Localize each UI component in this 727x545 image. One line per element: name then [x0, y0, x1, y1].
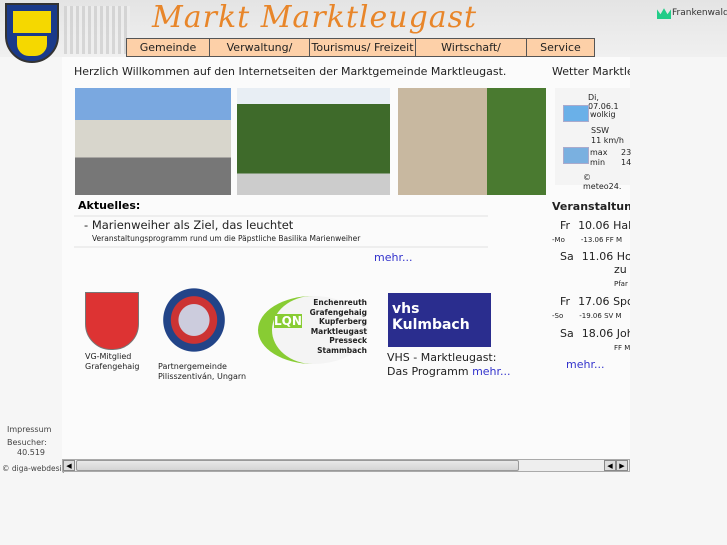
- events-heading: Veranstaltungen: [552, 200, 630, 213]
- photo-rathaus[interactable]: [237, 88, 390, 195]
- event-date: 11.06: [581, 250, 614, 263]
- news-title[interactable]: Marienweiher als Ziel, das leuchtet: [92, 218, 293, 232]
- thermometer-icon: [563, 147, 589, 164]
- vhs-program: Das Programm: [387, 365, 469, 378]
- vg-caption: VG-Mitglied Grafengehaig: [85, 352, 140, 371]
- frankenwald-link[interactable]: Frankenwald: [657, 7, 727, 19]
- town: Stammbach: [317, 345, 367, 355]
- weather-date: Di, 07.06.1: [588, 93, 619, 111]
- event-org: SV M: [604, 312, 622, 320]
- weather-widget[interactable]: Di, 07.06.1 wolkig SSW 11 km/h max 23 mi…: [555, 88, 632, 191]
- scrollbar-thumb[interactable]: [76, 460, 519, 471]
- event-item[interactable]: Sa 18.06 Joh FF M: [552, 327, 630, 353]
- events-more-link[interactable]: mehr...: [566, 358, 604, 371]
- scroll-left-icon[interactable]: ◀: [604, 460, 616, 471]
- frankenwald-crown-icon: [657, 8, 671, 19]
- news-subtitle: Veranstaltungsprogramm rund um die Päpst…: [92, 234, 361, 243]
- event-end-date: -19.06: [579, 312, 602, 320]
- event-title: Joh: [616, 327, 630, 340]
- town: Enchenreuth: [313, 298, 367, 307]
- lqn-towns: Enchenreuth Grafengehaig Kupferberg Marktle…: [305, 298, 367, 355]
- webdesign-credit[interactable]: © diga-webdesign: [2, 464, 64, 473]
- event-title: Spo: [613, 295, 630, 308]
- photo-town-square[interactable]: [75, 88, 231, 195]
- event-item[interactable]: Fr 10.06 Hal -Mo -13.06 FF M: [552, 219, 630, 245]
- event-day: Sa: [560, 250, 574, 263]
- event-date: 10.06: [578, 219, 610, 232]
- pilis-caption: Partnergemeinde Pilisszentiván, Ungarn: [158, 362, 247, 381]
- town: Presseck: [329, 336, 367, 345]
- pilisszentivan-crest[interactable]: [158, 283, 230, 357]
- cloudy-sun-icon: [563, 105, 589, 122]
- news-heading: Aktuelles:: [78, 199, 141, 212]
- visitors-label: Besucher:: [7, 438, 47, 447]
- town: Grafengehaig: [309, 307, 367, 317]
- main-nav: Gemeinde Verwaltung/ Politik Tourismus/ …: [126, 38, 595, 71]
- vhs-text: VHS - Marktleugast:: [387, 351, 497, 364]
- grafengehaig-crest[interactable]: [85, 292, 139, 350]
- divider: [74, 215, 488, 217]
- frankenwald-label: Frankenwald: [672, 8, 727, 18]
- max-label: max: [590, 148, 608, 157]
- event-day: Sa: [560, 327, 574, 340]
- event-day: Fr: [560, 295, 571, 308]
- event-item[interactable]: Sa 11.06 Hoczu F Pfar: [552, 250, 630, 289]
- nav-gemeinde[interactable]: Gemeinde: [127, 39, 210, 56]
- news-more-link[interactable]: mehr...: [374, 251, 412, 264]
- event-title: Hal: [613, 219, 630, 232]
- vhs-kulmbach-logo[interactable]: vhs Kulmbach: [388, 293, 491, 347]
- event-end-day: -So: [552, 312, 564, 320]
- event-day: Fr: [560, 219, 571, 232]
- nav-verwaltung[interactable]: Verwaltung/ Politik: [210, 39, 310, 71]
- town: Marktleugast: [310, 326, 367, 336]
- weather-title: Wetter Marktleugast: [552, 65, 630, 78]
- nav-wirtschaft[interactable]: Wirtschaft/ Gewerbe: [416, 39, 527, 71]
- event-date: 17.06: [578, 295, 610, 308]
- scroll-left-icon[interactable]: ◀: [63, 460, 75, 471]
- site-title[interactable]: Markt Marktleugast: [152, 0, 477, 35]
- lqn-text: LQN: [274, 314, 302, 328]
- wind-speed: 11 km/h: [591, 136, 624, 145]
- min-temp: 14: [621, 158, 632, 167]
- event-org: FF M: [605, 236, 622, 244]
- vhs-more-link[interactable]: mehr...: [472, 365, 510, 378]
- town: Kupferberg: [319, 317, 367, 326]
- photo-basilica[interactable]: [398, 88, 546, 195]
- impressum-link[interactable]: Impressum: [7, 425, 51, 434]
- event-org: FF M: [614, 344, 630, 352]
- nav-service[interactable]: Service: [527, 39, 594, 56]
- news-item[interactable]: - Marienweiher als Ziel, das leuchtet Ver…: [84, 218, 360, 243]
- event-date: 18.06: [581, 327, 614, 340]
- weather-credit[interactable]: © meteo24.: [583, 173, 630, 191]
- event-end-day: -Mo: [552, 236, 565, 244]
- coat-of-arms-logo[interactable]: [5, 3, 59, 63]
- event-item[interactable]: Fr 17.06 Spo -So -19.06 SV M: [552, 295, 630, 321]
- event-title-cont: zu F: [614, 263, 630, 276]
- event-org: Pfar: [614, 280, 628, 288]
- welcome-text: Herzlich Willkommen auf den Internetseit…: [74, 65, 507, 78]
- max-temp: 23: [621, 148, 632, 157]
- nav-tourismus[interactable]: Tourismus/ Freizeit: [310, 39, 416, 56]
- visitors-count: 40.519: [17, 448, 45, 457]
- vhs-caption: VHS - Marktleugast: Das Programm mehr...: [387, 351, 511, 379]
- scroll-right-icon[interactable]: ▶: [616, 460, 628, 471]
- event-title: Hoc: [616, 250, 630, 263]
- wind-direction: SSW: [591, 126, 610, 135]
- town-hall-drawing: [64, 6, 130, 54]
- min-label: min: [590, 158, 606, 167]
- weather-condition: wolkig: [590, 110, 616, 119]
- event-end-date: -13.06: [580, 236, 604, 244]
- horizontal-scrollbar[interactable]: ◀ ◀ ▶: [62, 459, 630, 472]
- divider: [74, 246, 488, 248]
